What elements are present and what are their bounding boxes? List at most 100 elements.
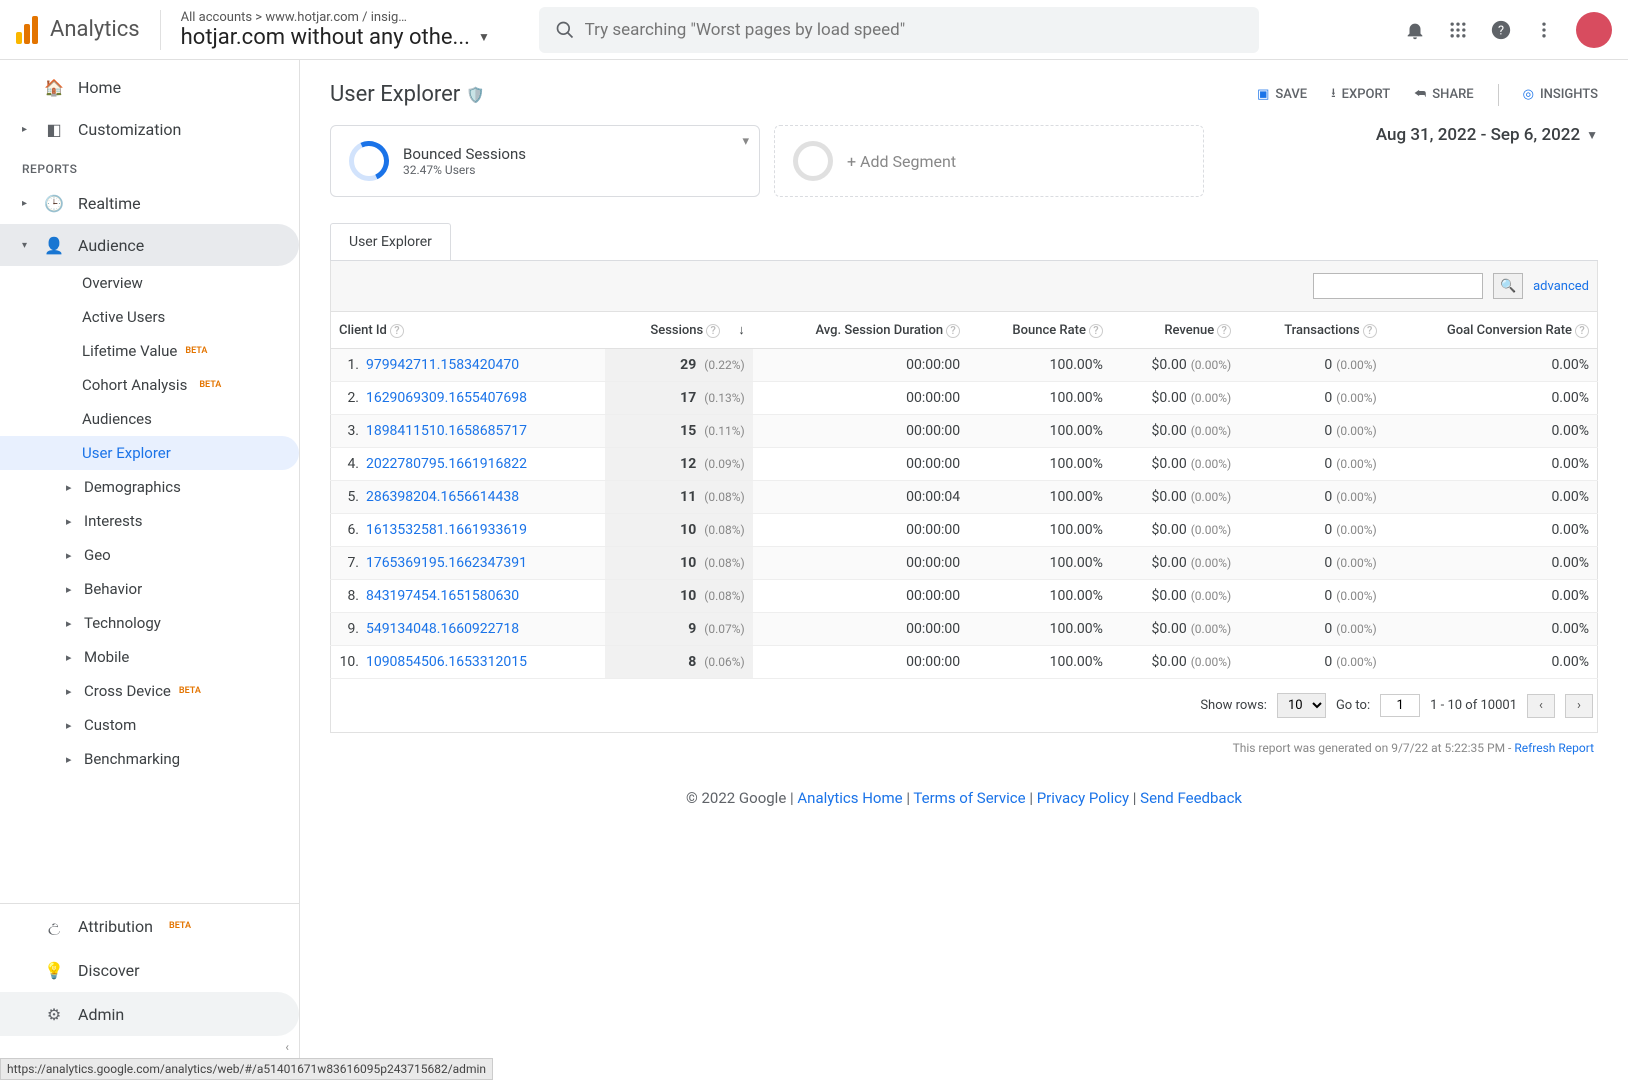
tab-strip: User Explorer [330,223,1598,261]
help-icon[interactable]: ? [390,324,404,338]
chevron-down-icon[interactable]: ▾ [742,134,749,149]
col-transactions[interactable]: Transactions? [1239,312,1385,349]
col-revenue[interactable]: Revenue? [1111,312,1239,349]
date-range-picker[interactable]: Aug 31, 2022 - Sep 6, 2022 ▼ [1376,125,1598,145]
chevron-down-icon: ▼ [478,30,490,44]
clock-icon: 🕒 [44,194,64,213]
footer-link-feedback[interactable]: Send Feedback [1140,789,1242,807]
home-icon: 🏠 [44,78,64,97]
client-id-link[interactable]: 1613532581.1661933619 [366,522,527,538]
client-id-link[interactable]: 1090854506.1653312015 [366,654,527,670]
client-id-link[interactable]: 1898411510.1658685717 [366,423,527,439]
share-button[interactable]: ⮪SHARE [1414,87,1473,102]
sub-lifetime-value[interactable]: Lifetime ValueBETA [0,334,299,368]
client-id-link[interactable]: 549134048.1660922718 [366,621,519,637]
cell-sessions: 11(0.08%) [605,481,753,514]
cell-client-id: 8. 843197454.1651580630 [331,580,605,613]
account-avatar[interactable] [1576,12,1612,48]
col-client-id[interactable]: Client Id? [331,312,605,349]
overflow-menu-icon[interactable] [1534,20,1554,40]
search-input[interactable] [585,20,1243,40]
help-icon[interactable]: ? [1363,324,1377,338]
help-icon[interactable]: ? [1575,324,1589,338]
advanced-link[interactable]: advanced [1533,279,1589,294]
sidebar: 🏠 Home ▸◧ Customization REPORTS ▸🕒 Realt… [0,60,300,1058]
nav-discover[interactable]: 💡 Discover [0,948,299,992]
help-icon[interactable]: ? [706,324,720,338]
client-id-link[interactable]: 1765369195.1662347391 [366,555,527,571]
export-button[interactable]: ⭳EXPORT [1331,84,1390,106]
cell-duration: 00:00:00 [753,415,968,448]
next-page-button[interactable]: › [1565,694,1593,718]
nav-audience[interactable]: ▾👤 Audience [0,224,299,266]
cell-revenue: $0.00(0.00%) [1111,613,1239,646]
cell-duration: 00:00:04 [753,481,968,514]
sub-technology[interactable]: Technology [0,606,299,640]
cell-revenue: $0.00(0.00%) [1111,448,1239,481]
collapse-sidebar-icon[interactable]: ‹ [0,1036,299,1058]
client-id-link[interactable]: 843197454.1651580630 [366,588,519,604]
logo-block[interactable]: Analytics [16,16,140,44]
prev-page-button[interactable]: ‹ [1527,694,1555,718]
bell-icon[interactable] [1404,19,1426,41]
apps-grid-icon[interactable] [1448,20,1468,40]
customize-icon: ◧ [44,120,64,139]
nav-customization[interactable]: ▸◧ Customization [0,108,299,150]
goto-input[interactable] [1380,694,1420,717]
search-bar[interactable] [539,7,1259,53]
col-goal-rate[interactable]: Goal Conversion Rate? [1385,312,1598,349]
help-icon[interactable]: ? [946,324,960,338]
client-id-link[interactable]: 1629069309.1655407698 [366,390,527,406]
add-segment-card[interactable]: + Add Segment [774,125,1204,197]
sub-demographics[interactable]: Demographics [0,470,299,504]
refresh-link[interactable]: Refresh Report [1514,741,1594,755]
sub-cross-device[interactable]: Cross DeviceBETA [0,674,299,708]
client-id-link[interactable]: 2022780795.1661916822 [366,456,527,472]
footer-link-home[interactable]: Analytics Home [797,789,902,807]
nav-home[interactable]: 🏠 Home [0,66,299,108]
sub-custom[interactable]: Custom [0,708,299,742]
save-button[interactable]: ▣SAVE [1257,87,1307,102]
sub-benchmarking[interactable]: Benchmarking [0,742,299,776]
chevron-down-icon: ▼ [1586,128,1598,142]
sub-interests[interactable]: Interests [0,504,299,538]
beta-badge: BETA [169,921,191,931]
sub-user-explorer[interactable]: User Explorer [0,436,299,470]
col-bounce[interactable]: Bounce Rate? [968,312,1111,349]
sub-behavior[interactable]: Behavior [0,572,299,606]
table-search-input[interactable] [1313,273,1483,299]
property-selector[interactable]: All accounts > www.hotjar.com / insig… h… [181,10,521,50]
cell-client-id: 5. 286398204.1656614438 [331,481,605,514]
attribution-icon: උ [44,916,64,936]
table-search-button[interactable]: 🔍 [1493,273,1523,299]
nav-label: Admin [78,1005,124,1024]
help-icon[interactable]: ? [1490,19,1512,41]
client-id-link[interactable]: 979942711.1583420470 [366,357,519,373]
col-avg-duration[interactable]: Avg. Session Duration? [753,312,968,349]
sub-audiences[interactable]: Audiences [0,402,299,436]
help-icon[interactable]: ? [1217,324,1231,338]
footer-link-tos[interactable]: Terms of Service [913,789,1025,807]
tab-user-explorer[interactable]: User Explorer [330,223,451,260]
col-sessions[interactable]: Sessions?↓ [605,312,753,349]
nav-realtime[interactable]: ▸🕒 Realtime [0,182,299,224]
segment-card[interactable]: Bounced Sessions 32.47% Users ▾ [330,125,760,197]
nav-admin[interactable]: ⚙ Admin [0,992,299,1036]
nav-attribution[interactable]: උ Attribution BETA [0,904,299,948]
cell-duration: 00:00:00 [753,382,968,415]
insights-button[interactable]: ◎INSIGHTS [1523,87,1598,102]
beta-badge: BETA [179,686,201,696]
nav-label: Attribution [78,917,153,936]
sub-cohort[interactable]: Cohort AnalysisBETA [0,368,299,402]
sub-overview[interactable]: Overview [0,266,299,300]
help-icon[interactable]: ? [1089,324,1103,338]
sub-mobile[interactable]: Mobile [0,640,299,674]
footer-link-privacy[interactable]: Privacy Policy [1037,789,1129,807]
sub-active-users[interactable]: Active Users [0,300,299,334]
client-id-link[interactable]: 286398204.1656614438 [366,489,519,505]
cell-bounce: 100.00% [968,349,1111,382]
main-content: User Explorer 🛡️ ▣SAVE ⭳EXPORT ⮪SHARE ◎I… [300,60,1628,1058]
rows-select[interactable]: 10 [1277,693,1326,718]
nav-label: Audience [78,236,144,255]
sub-geo[interactable]: Geo [0,538,299,572]
